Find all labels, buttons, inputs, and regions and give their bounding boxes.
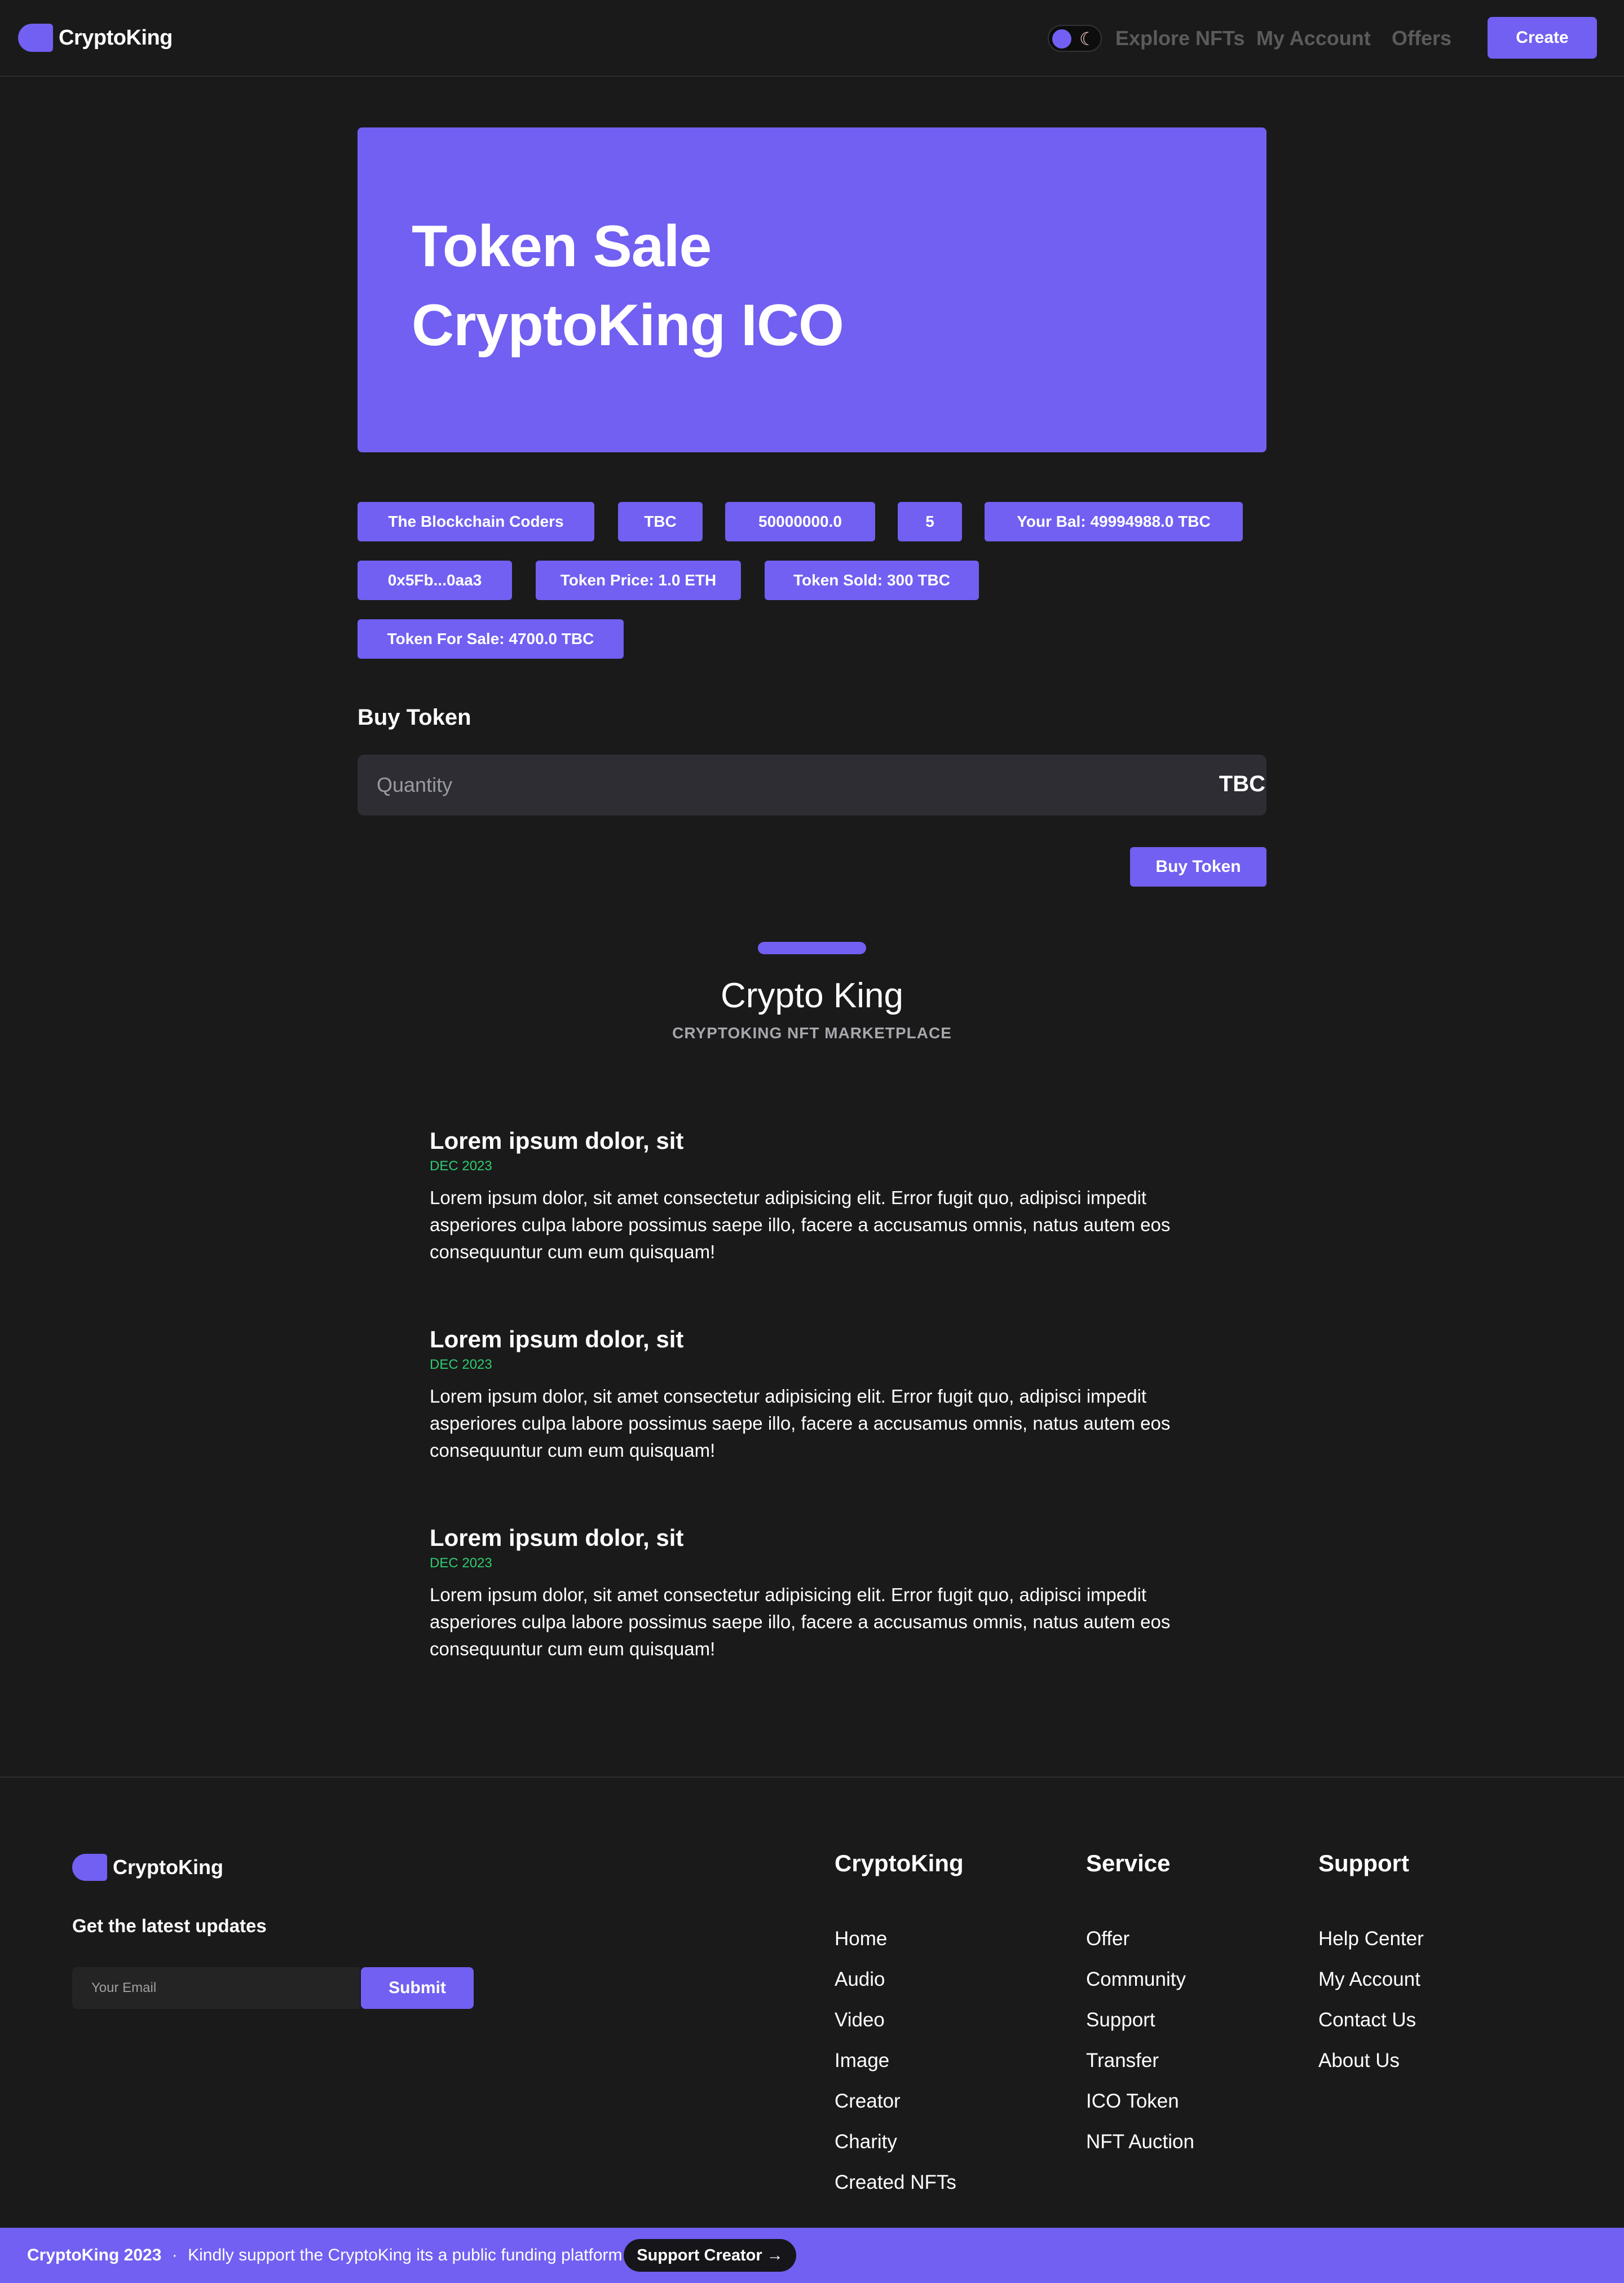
footer-link-audio[interactable]: Audio <box>835 1967 885 1992</box>
section-accent-bar <box>758 942 866 954</box>
section-title: Crypto King <box>721 976 903 1015</box>
section-subtitle: CRYPTOKING NFT MARKETPLACE <box>672 1024 952 1042</box>
contract-address-badge: 0x5Fb...0aa3 <box>358 561 512 600</box>
footer-link-my-account[interactable]: My Account <box>1318 1967 1420 1992</box>
token-price-badge: Token Price: 1.0 ETH <box>536 561 741 600</box>
footer-link-offer[interactable]: Offer <box>1086 1927 1129 1951</box>
footer-column-title: CryptoKing <box>835 1850 964 1876</box>
token-for-sale-badge: Token For Sale: 4700.0 TBC <box>358 619 624 659</box>
theme-toggle[interactable]: ☾ <box>1048 25 1102 52</box>
create-button[interactable]: Create <box>1488 17 1597 59</box>
post-date: DEC 2023 <box>430 1158 492 1174</box>
footer-link-transfer[interactable]: Transfer <box>1086 2048 1159 2073</box>
post-title: Lorem ipsum dolor, sit <box>430 1524 684 1551</box>
footer-link-created-nfts[interactable]: Created NFTs <box>835 2170 956 2195</box>
footer-link-image[interactable]: Image <box>835 2048 889 2073</box>
footer-link-creator[interactable]: Creator <box>835 2089 901 2114</box>
nav-offers[interactable]: Offers <box>1392 25 1451 52</box>
token-supply-badge: 50000000.0 <box>725 502 875 541</box>
footer-link-community[interactable]: Community <box>1086 1967 1186 1992</box>
footer-divider <box>0 1777 1624 1778</box>
list-item: Lorem ipsum dolor, sit DEC 2023 Lorem ip… <box>430 1127 1185 1266</box>
footer-link-contact-us[interactable]: Contact Us <box>1318 2008 1416 2033</box>
post-body: Lorem ipsum dolor, sit amet consectetur … <box>430 1584 1171 1659</box>
logo-icon <box>18 24 53 52</box>
balance-badge: Your Bal: 49994988.0 TBC <box>985 502 1243 541</box>
token-symbol-badge: TBC <box>618 502 703 541</box>
buy-token-heading: Buy Token <box>358 705 471 730</box>
quantity-field: TBC <box>358 755 1266 816</box>
logo-icon <box>72 1854 107 1881</box>
toggle-knob <box>1052 29 1071 49</box>
banner-separator: · <box>171 2246 178 2264</box>
moon-icon: ☾ <box>1079 29 1096 49</box>
token-owner-badge: The Blockchain Coders <box>358 502 594 541</box>
list-item: Lorem ipsum dolor, sit DEC 2023 Lorem ip… <box>430 1325 1185 1464</box>
footer-link-help-center[interactable]: Help Center <box>1318 1927 1424 1951</box>
footer-logo-text: CryptoKing <box>113 1856 223 1879</box>
post-body: Lorem ipsum dolor, sit amet consectetur … <box>430 1187 1171 1262</box>
footer-column-title: Service <box>1086 1850 1171 1876</box>
post-date: DEC 2023 <box>430 1555 492 1571</box>
buy-token-button[interactable]: Buy Token <box>1130 847 1266 887</box>
banner-text: CryptoKing 2023 · Kindly support the Cry… <box>27 2245 623 2266</box>
nav-my-account[interactable]: My Account <box>1256 25 1371 52</box>
submit-button[interactable]: Submit <box>361 1967 474 2009</box>
logo-text: CryptoKing <box>59 25 173 50</box>
post-title: Lorem ipsum dolor, sit <box>430 1326 684 1352</box>
logo[interactable]: CryptoKing <box>18 23 173 53</box>
support-creator-button[interactable]: Support Creator → <box>624 2239 796 2272</box>
quantity-unit: TBC <box>1219 772 1265 796</box>
hero-title-line-1: Token Sale <box>412 214 712 279</box>
footer-link-home[interactable]: Home <box>835 1927 887 1951</box>
top-navbar: CryptoKing ☾ Explore NFTs My Account Off… <box>0 0 1624 77</box>
banner-brand: CryptoKing 2023 <box>27 2246 162 2264</box>
footer-link-support[interactable]: Support <box>1086 2008 1155 2033</box>
post-date: DEC 2023 <box>430 1357 492 1372</box>
nav-explore-nfts[interactable]: Explore NFTs <box>1115 25 1245 52</box>
footer-link-nft-auction[interactable]: NFT Auction <box>1086 2130 1194 2154</box>
newsletter-label: Get the latest updates <box>72 1915 267 1936</box>
list-item: Lorem ipsum dolor, sit DEC 2023 Lorem ip… <box>430 1524 1185 1663</box>
support-banner: CryptoKing 2023 · Kindly support the Cry… <box>0 2228 1624 2283</box>
quantity-input[interactable] <box>358 755 1147 816</box>
banner-message: Kindly support the CryptoKing its a publ… <box>188 2246 623 2264</box>
footer-column-title: Support <box>1318 1850 1409 1876</box>
footer-link-video[interactable]: Video <box>835 2008 885 2033</box>
post-body: Lorem ipsum dolor, sit amet consectetur … <box>430 1386 1171 1461</box>
email-input[interactable] <box>72 1967 360 2009</box>
token-sold-badge: Token Sold: 300 TBC <box>765 561 979 600</box>
footer-link-charity[interactable]: Charity <box>835 2130 897 2154</box>
hero-title-line-2: CryptoKing ICO <box>412 293 844 358</box>
token-count-badge: 5 <box>898 502 962 541</box>
footer-logo[interactable]: CryptoKing <box>72 1853 223 1881</box>
hero-banner: Token Sale CryptoKing ICO <box>358 127 1266 452</box>
post-title: Lorem ipsum dolor, sit <box>430 1127 684 1154</box>
footer-link-ico-token[interactable]: ICO Token <box>1086 2089 1179 2114</box>
footer-link-about-us[interactable]: About Us <box>1318 2048 1400 2073</box>
